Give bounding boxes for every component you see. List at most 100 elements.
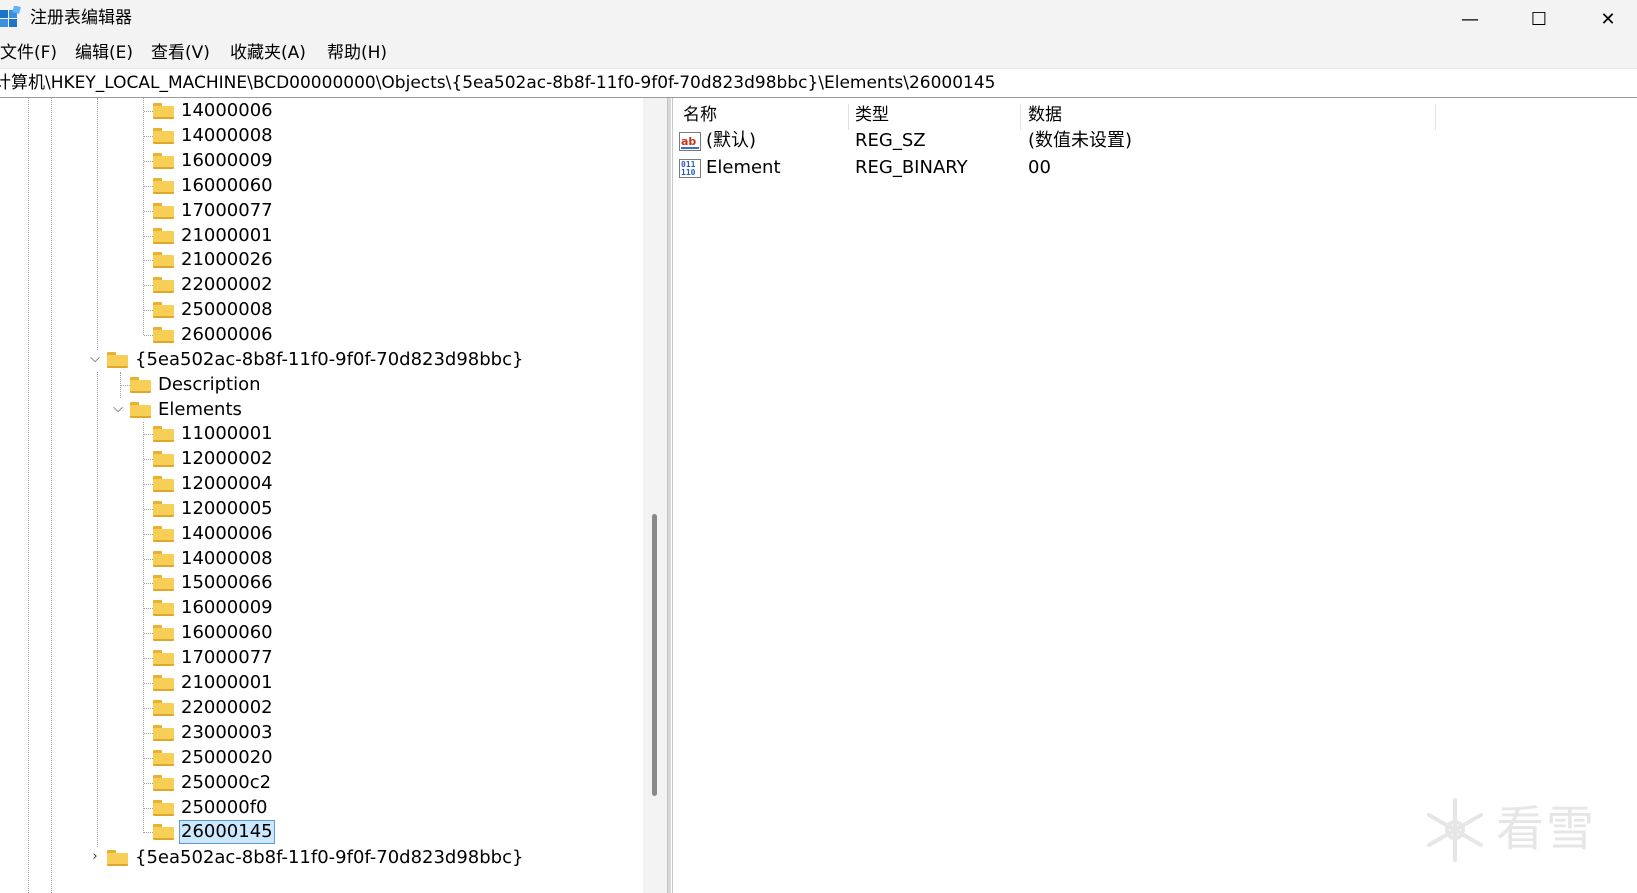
- tree-node-26000145[interactable]: 26000145: [153, 820, 275, 845]
- menu-favorites[interactable]: 收藏夹(A): [230, 43, 306, 63]
- tree-node-23000003[interactable]: 23000003: [153, 721, 275, 745]
- folder-icon: [153, 327, 174, 344]
- tree-guide-line: [28, 98, 29, 893]
- column-header-name[interactable]: 名称: [683, 104, 717, 126]
- chevron-right-icon[interactable]: ›: [88, 849, 102, 864]
- tree-node-17000077[interactable]: 17000077: [153, 199, 275, 223]
- tree-branch-line: [144, 807, 153, 809]
- column-divider[interactable]: [848, 104, 849, 130]
- tree-node-25000008[interactable]: 25000008: [153, 298, 275, 322]
- tree-node-16000009[interactable]: 16000009: [153, 596, 275, 620]
- tree-scrollbar-thumb[interactable]: [652, 514, 657, 796]
- tree-branch-line: [144, 832, 153, 834]
- tree-node-250000c2[interactable]: 250000c2: [153, 771, 273, 795]
- tree-node-12000005[interactable]: 12000005: [153, 497, 275, 521]
- column-divider[interactable]: [1020, 104, 1021, 130]
- tree-branch-line: [144, 583, 153, 585]
- tree-branch-line: [144, 483, 153, 485]
- tree-node-16000060[interactable]: 16000060: [153, 174, 275, 198]
- menu-help[interactable]: 帮助(H): [327, 43, 387, 63]
- tree-node-14000006[interactable]: 14000006: [153, 522, 275, 546]
- tree-node-14000008[interactable]: 14000008: [153, 124, 275, 148]
- tree-branch-line: [144, 210, 153, 212]
- tree-node-21000001[interactable]: 21000001: [153, 671, 275, 695]
- tree-branch-line: [144, 608, 153, 610]
- tree-branch-line: [144, 732, 153, 734]
- tree-node-26000006[interactable]: 26000006: [153, 323, 275, 347]
- tree-node-25000020[interactable]: 25000020: [153, 746, 275, 770]
- column-header-type[interactable]: 类型: [855, 104, 889, 126]
- folder-icon: [153, 774, 174, 791]
- value-row-default[interactable]: ab (默认) REG_SZ (数值未设置): [673, 128, 1633, 154]
- tree-node-15000066[interactable]: 15000066: [153, 571, 275, 595]
- tree-guide-line: [143, 98, 144, 335]
- tree-node-17000077[interactable]: 17000077: [153, 646, 275, 670]
- folder-icon: [153, 525, 174, 542]
- folder-icon: [153, 699, 174, 716]
- title-bar: 注册表编辑器 — ☐ ✕: [0, 0, 1637, 38]
- tree-node-22000002[interactable]: 22000002: [153, 273, 275, 297]
- tree-node-22000002[interactable]: 22000002: [153, 696, 275, 720]
- tree-node-16000009[interactable]: 16000009: [153, 149, 275, 173]
- watermark: 看雪: [1420, 795, 1630, 865]
- folder-icon: [153, 799, 174, 816]
- tree-branch-line: [144, 111, 153, 112]
- folder-icon: [153, 824, 174, 841]
- tree-node-description[interactable]: Description: [130, 373, 263, 397]
- watermark-text: 看雪: [1496, 801, 1597, 857]
- folder-icon: [153, 177, 174, 194]
- key-tree[interactable]: 14000006 14000008 16000009 16000060 17000077…: [0, 98, 667, 893]
- folder-icon: [153, 152, 174, 169]
- tree-node-16000060[interactable]: 16000060: [153, 621, 275, 645]
- tree-branch-line: [144, 335, 153, 337]
- svg-text:ab: ab: [681, 135, 696, 148]
- tree-branch-line: [144, 285, 153, 287]
- menu-file[interactable]: 文件(F): [0, 43, 57, 63]
- folder-icon: [153, 724, 174, 741]
- tree-branch-line: [144, 310, 153, 312]
- tree-node-250000f0[interactable]: 250000f0: [153, 796, 270, 820]
- chevron-down-icon[interactable]: ⌵: [111, 401, 125, 416]
- tree-node-12000002[interactable]: 12000002: [153, 447, 275, 471]
- folder-icon: [153, 675, 174, 691]
- address-bar[interactable]: 计算机\HKEY_LOCAL_MACHINE\BCD00000000\Objec…: [0, 68, 1637, 98]
- tree-node-21000001[interactable]: 21000001: [153, 224, 275, 248]
- menu-edit[interactable]: 编辑(E): [75, 43, 133, 63]
- tree-node-12000004[interactable]: 12000004: [153, 472, 275, 496]
- snowflake-icon: [1427, 798, 1483, 862]
- tree-node-elements[interactable]: Elements: [130, 398, 244, 422]
- tree-node-object[interactable]: {5ea502ac-8b8f-11f0-9f0f-70d823d98bbc}: [107, 348, 525, 372]
- folder-icon: [153, 426, 174, 442]
- tree-branch-line: [144, 508, 153, 510]
- window-title: 注册表编辑器: [30, 8, 132, 28]
- folder-icon: [153, 277, 174, 294]
- maximize-button[interactable]: ☐: [1505, 0, 1573, 38]
- folder-icon: [107, 850, 128, 866]
- folder-icon: [107, 352, 128, 368]
- menu-view[interactable]: 查看(V): [151, 43, 210, 63]
- tree-node-14000008[interactable]: 14000008: [153, 547, 275, 571]
- close-button[interactable]: ✕: [1574, 0, 1637, 38]
- chevron-down-icon[interactable]: ⌵: [88, 351, 102, 366]
- tree-node-21000026[interactable]: 21000026: [153, 248, 275, 272]
- tree-node-next-object[interactable]: {5ea502ac-8b8f-11f0-9f0f-70d823d98bbc}: [107, 846, 525, 870]
- tree-branch-line: [144, 260, 153, 262]
- value-row-element[interactable]: 011 110 Element REG_BINARY 00: [673, 155, 1633, 181]
- minimize-button[interactable]: —: [1436, 0, 1504, 38]
- folder-icon: [153, 475, 174, 492]
- tree-node-11000001[interactable]: 11000001: [153, 422, 275, 446]
- column-header-data[interactable]: 数据: [1028, 104, 1062, 126]
- tree-node-14000006[interactable]: 14000006: [153, 99, 275, 123]
- pane-splitter[interactable]: [667, 98, 671, 893]
- folder-icon: [153, 252, 174, 269]
- value-list[interactable]: 名称 类型 数据 ab (默认) REG_SZ (数值未设置) 011 110 …: [672, 98, 1637, 893]
- tree-branch-line: [144, 658, 153, 660]
- tree-branch-line: [144, 160, 153, 162]
- address-path[interactable]: 计算机\HKEY_LOCAL_MACHINE\BCD00000000\Objec…: [0, 73, 995, 93]
- folder-icon: [153, 600, 174, 617]
- tree-branch-line: [144, 757, 153, 759]
- folder-icon: [153, 103, 174, 119]
- tree-branch-line: [144, 533, 153, 535]
- tree-branch-line: [121, 385, 130, 386]
- column-divider[interactable]: [1435, 104, 1436, 130]
